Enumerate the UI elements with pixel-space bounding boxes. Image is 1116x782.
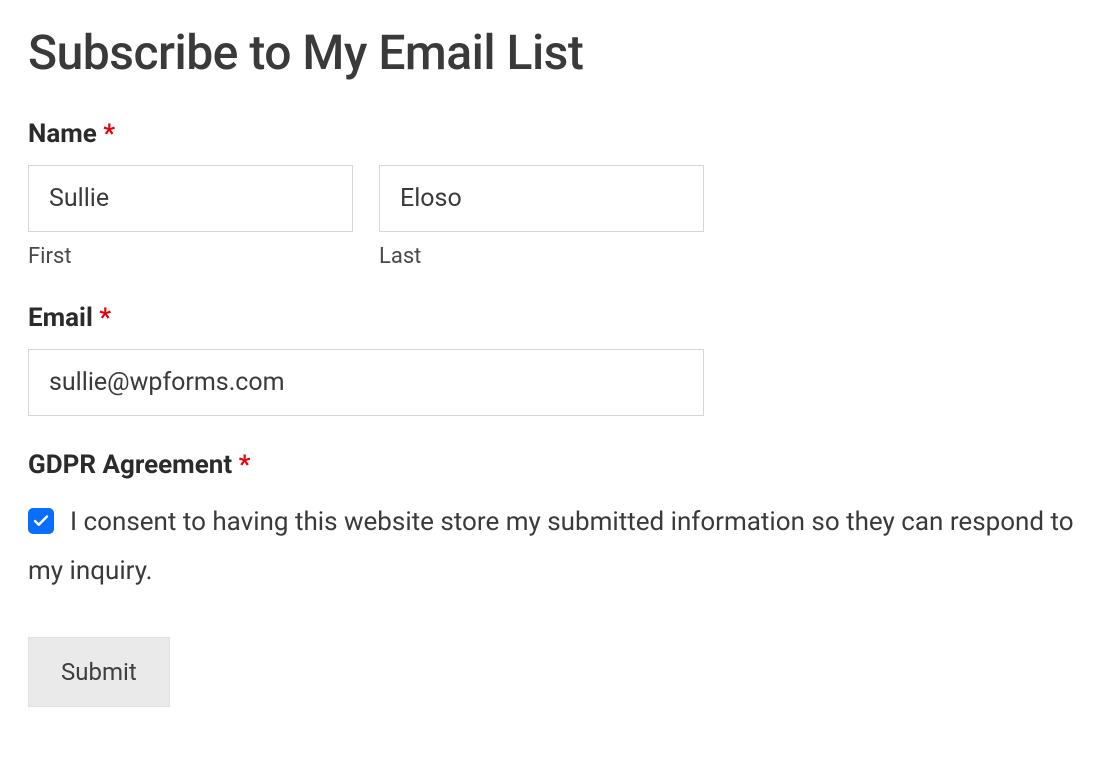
gdpr-field-group: GDPR Agreement * I consent to having thi…: [28, 450, 1088, 597]
checkmark-icon: [32, 512, 50, 530]
name-row: First Last: [28, 165, 704, 269]
required-asterisk-icon: *: [103, 119, 115, 149]
gdpr-consent-row[interactable]: I consent to having this website store m…: [28, 498, 1088, 597]
gdpr-label-text: GDPR Agreement: [28, 450, 232, 480]
last-name-input[interactable]: [379, 165, 704, 232]
email-field-group: Email *: [28, 303, 1088, 416]
email-label: Email *: [28, 303, 1088, 333]
gdpr-label: GDPR Agreement *: [28, 450, 1088, 480]
email-input[interactable]: [28, 349, 704, 416]
first-name-input[interactable]: [28, 165, 353, 232]
submit-button[interactable]: Submit: [28, 637, 170, 707]
submit-wrap: Submit: [28, 637, 1088, 707]
last-name-col: Last: [379, 165, 704, 269]
first-name-sublabel: First: [28, 244, 353, 269]
required-asterisk-icon: *: [239, 450, 251, 480]
form-title: Subscribe to My Email List: [28, 24, 1088, 81]
first-name-col: First: [28, 165, 353, 269]
email-label-text: Email: [28, 303, 93, 333]
required-asterisk-icon: *: [99, 303, 111, 333]
name-field-group: Name * First Last: [28, 119, 1088, 269]
last-name-sublabel: Last: [379, 244, 704, 269]
gdpr-consent-text: I consent to having this website store m…: [28, 507, 1074, 586]
name-label-text: Name: [28, 119, 97, 149]
gdpr-checkbox[interactable]: [28, 508, 54, 534]
name-label: Name *: [28, 119, 1088, 149]
